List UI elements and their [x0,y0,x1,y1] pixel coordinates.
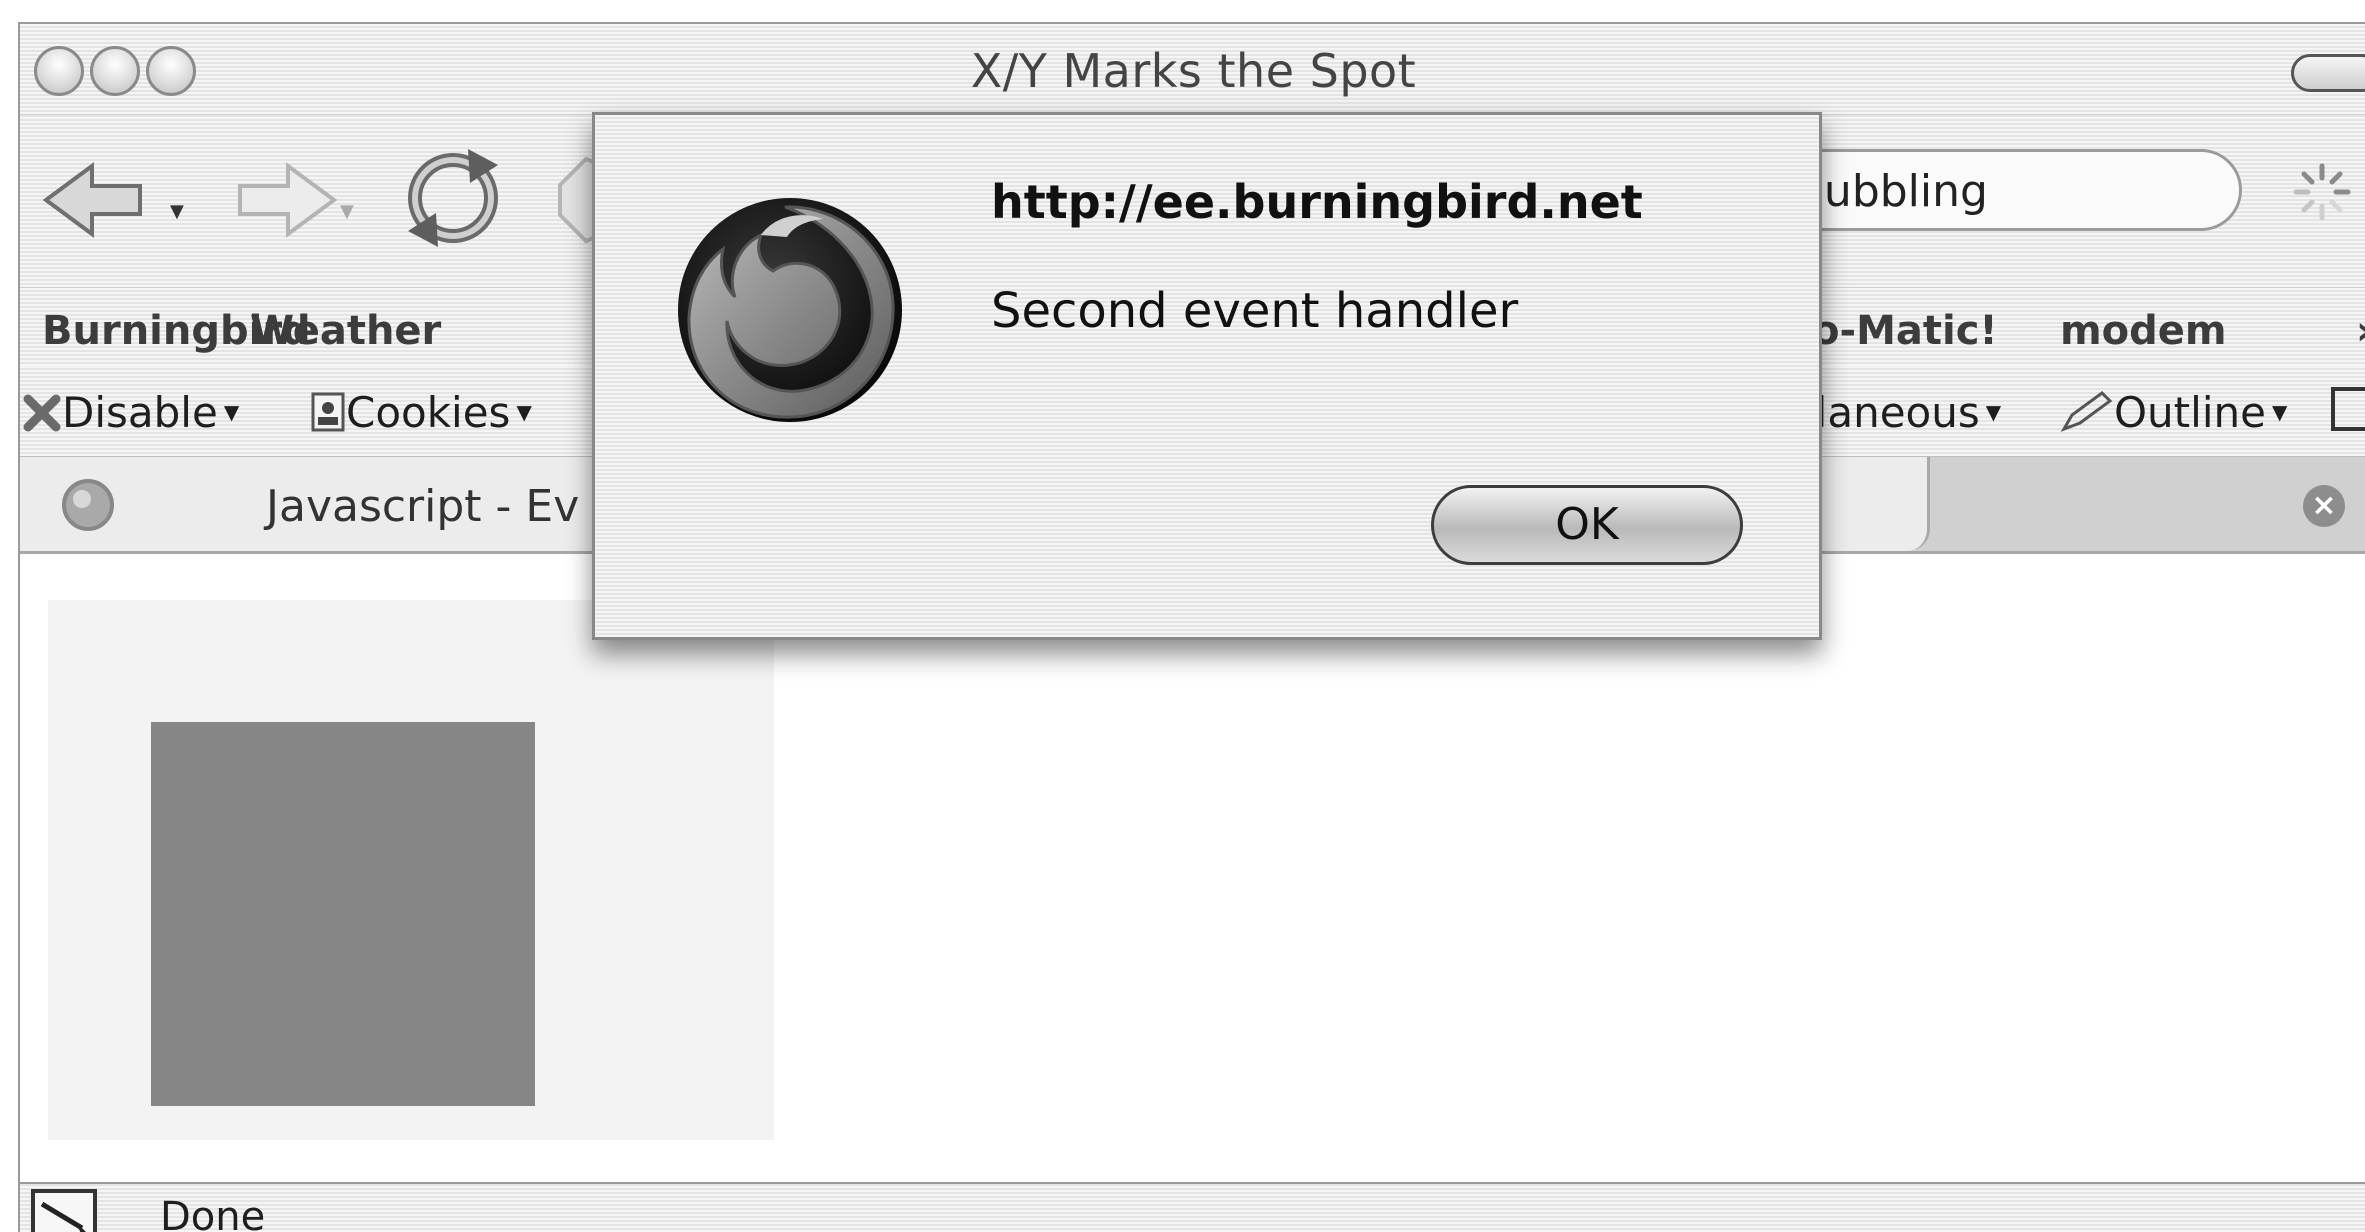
browser-window: X/Y Marks the Spot ▼ ▼ bubbling Burningb… [18,22,2365,1232]
tab-title: Javascript - Ev [266,481,580,532]
disable-menu-label: Disable [62,388,218,437]
chevron-down-icon: ▼ [516,400,532,424]
reload-icon [408,149,498,247]
pencil-icon [2060,391,2113,432]
bookmark-o-matic[interactable]: o-Matic! [1812,308,1998,354]
status-bar: Done [20,1182,2365,1232]
cookie-icon [311,392,345,432]
title-bar: X/Y Marks the Spot [20,24,2365,115]
dialog-message: Second event handler [991,283,1519,339]
back-history-dropdown[interactable]: ▼ [170,201,184,222]
miscellaneous-menu-label: llaneous [1804,388,1980,437]
forward-button[interactable] [220,160,340,244]
forward-history-dropdown[interactable]: ▼ [340,201,354,222]
chevron-down-icon: ▼ [1985,400,2002,424]
miscellaneous-menu[interactable]: llaneous ▼ [1804,388,2001,437]
back-arrow-icon [42,162,142,238]
bookmark-modem[interactable]: modem [2060,308,2227,354]
search-input-value: bubbling [1796,166,1988,217]
back-button[interactable] [40,160,160,244]
inner-div[interactable] [151,722,535,1106]
outline-menu-label: Outline [2114,388,2266,437]
forward-arrow-icon [238,162,338,238]
cookies-menu[interactable]: Cookies ▼ [310,388,532,437]
resize-window-icon[interactable] [2330,384,2365,444]
bookmark-weather[interactable]: Weather [250,308,441,354]
status-pencil-icon [31,1189,97,1232]
window-icon [2331,387,2365,431]
outer-div[interactable] [48,600,774,1140]
status-text: Done [160,1194,266,1232]
cookies-menu-label: Cookies [346,388,511,437]
window-title: X/Y Marks the Spot [970,44,1417,98]
dialog-origin-url: http://ee.burningbird.net [991,175,1643,229]
chevron-down-icon: ▼ [2271,400,2288,424]
alert-dialog: http://ee.burningbird.net Second event h… [592,112,1822,640]
bookmarks-overflow-chevron-icon[interactable]: » [2356,308,2365,354]
loading-throbber-icon [2292,162,2352,222]
chevron-down-icon: ▼ [223,400,240,424]
reload-button[interactable] [398,143,508,257]
firefox-logo-icon [678,198,902,422]
page-content [20,554,2365,1204]
disable-menu[interactable]: Disable ▼ [22,388,239,437]
page-globe-icon [62,479,114,531]
outline-menu[interactable]: Outline ▼ [2058,388,2287,437]
toolbar-toggle-button[interactable] [2291,54,2365,92]
x-icon [23,394,61,432]
ok-button[interactable]: OK [1431,485,1743,565]
tab-close-icon[interactable]: × [2303,485,2345,527]
